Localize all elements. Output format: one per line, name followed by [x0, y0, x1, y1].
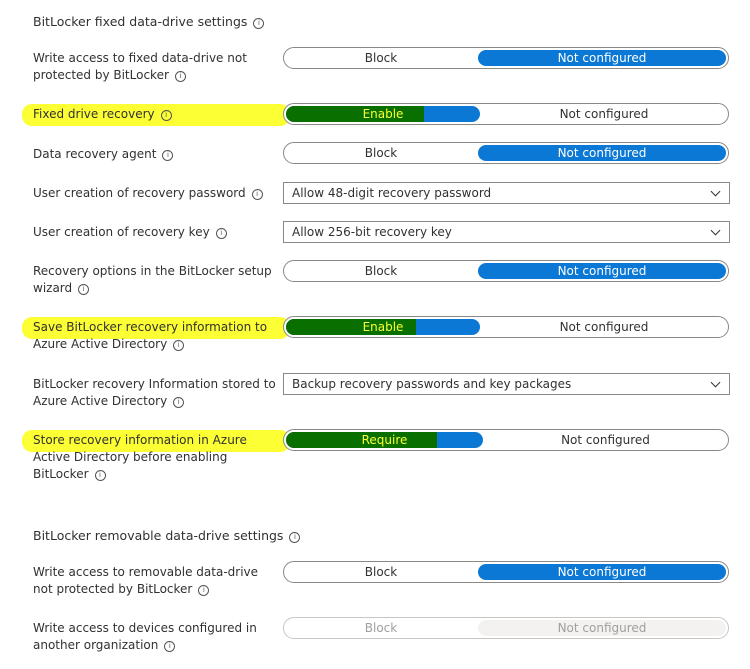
user-recovery-password-label: User creation of recovery password i: [33, 185, 278, 202]
not-configured-option[interactable]: Not configured: [478, 263, 726, 279]
user-recovery-key-label: User creation of recovery key i: [33, 224, 278, 241]
not-configured-option[interactable]: Not configured: [482, 106, 726, 122]
block-option: Block: [364, 621, 398, 635]
fixed-drive-recovery-toggle[interactable]: Enable Not configured: [283, 103, 729, 125]
data-recovery-agent-toggle[interactable]: Block Not configured: [283, 142, 729, 164]
write-access-fixed-label: Write access to fixed data-drive not pro…: [33, 51, 247, 82]
write-access-fixed-toggle[interactable]: Block Not configured: [283, 47, 729, 69]
not-configured-option[interactable]: Not configured: [478, 564, 726, 580]
user-recovery-key-dropdown[interactable]: Allow 256-bit recovery key: [283, 221, 730, 243]
store-before-enabling-label: Store recovery information in Azure Acti…: [33, 433, 247, 481]
info-stored-aad-label: BitLocker recovery Information stored to…: [33, 377, 276, 408]
fixed-drive-recovery-label: Fixed drive recovery i: [33, 106, 278, 123]
fixed-section-title: BitLocker fixed data-drive settings i: [33, 14, 265, 29]
not-configured-option[interactable]: Not configured: [478, 145, 726, 161]
info-icon[interactable]: i: [251, 189, 263, 200]
write-access-other-org-toggle: Block Not configured: [283, 617, 729, 639]
block-option[interactable]: Block: [286, 50, 476, 66]
info-icon[interactable]: i: [78, 284, 90, 295]
block-option[interactable]: Block: [286, 564, 476, 580]
recovery-options-wizard-label: Recovery options in the BitLocker setup …: [33, 264, 272, 295]
user-recovery-password-dropdown[interactable]: Allow 48-digit recovery password: [283, 182, 730, 204]
chevron-down-icon: [710, 186, 721, 197]
write-access-removable-label: Write access to removable data-drive not…: [33, 565, 259, 596]
not-configured-option[interactable]: Not configured: [482, 319, 726, 335]
info-icon[interactable]: i: [173, 397, 185, 408]
info-icon[interactable]: i: [253, 18, 265, 29]
info-icon[interactable]: i: [198, 585, 210, 596]
not-configured-option[interactable]: Not configured: [478, 50, 726, 66]
recovery-options-wizard-toggle[interactable]: Block Not configured: [283, 260, 729, 282]
removable-section-title: BitLocker removable data-drive settings i: [33, 528, 301, 543]
block-option[interactable]: Block: [286, 263, 476, 279]
data-recovery-agent-label: Data recovery agent i: [33, 146, 278, 163]
info-icon[interactable]: i: [94, 470, 106, 481]
block-option[interactable]: Block: [286, 145, 476, 161]
info-icon[interactable]: i: [162, 150, 174, 161]
info-icon[interactable]: i: [160, 110, 172, 121]
info-icon[interactable]: i: [289, 532, 301, 543]
info-icon[interactable]: i: [215, 228, 227, 239]
require-option[interactable]: Require: [286, 432, 483, 448]
chevron-down-icon: [710, 377, 721, 388]
chevron-down-icon: [710, 225, 721, 236]
enable-option[interactable]: Enable: [286, 319, 480, 335]
save-to-aad-toggle[interactable]: Enable Not configured: [283, 316, 729, 338]
write-access-other-org-label: Write access to devices configured in an…: [33, 621, 257, 652]
info-icon[interactable]: i: [174, 71, 186, 82]
info-icon[interactable]: i: [164, 641, 176, 652]
not-configured-option: Not configured: [478, 620, 726, 636]
not-configured-option[interactable]: Not configured: [485, 432, 726, 448]
save-to-aad-label: Save BitLocker recovery information to A…: [33, 320, 268, 351]
enable-option[interactable]: Enable: [286, 106, 480, 122]
store-before-enabling-toggle[interactable]: Require Not configured: [283, 429, 729, 451]
info-icon[interactable]: i: [173, 340, 185, 351]
info-stored-aad-dropdown[interactable]: Backup recovery passwords and key packag…: [283, 373, 730, 395]
write-access-removable-toggle[interactable]: Block Not configured: [283, 561, 729, 583]
